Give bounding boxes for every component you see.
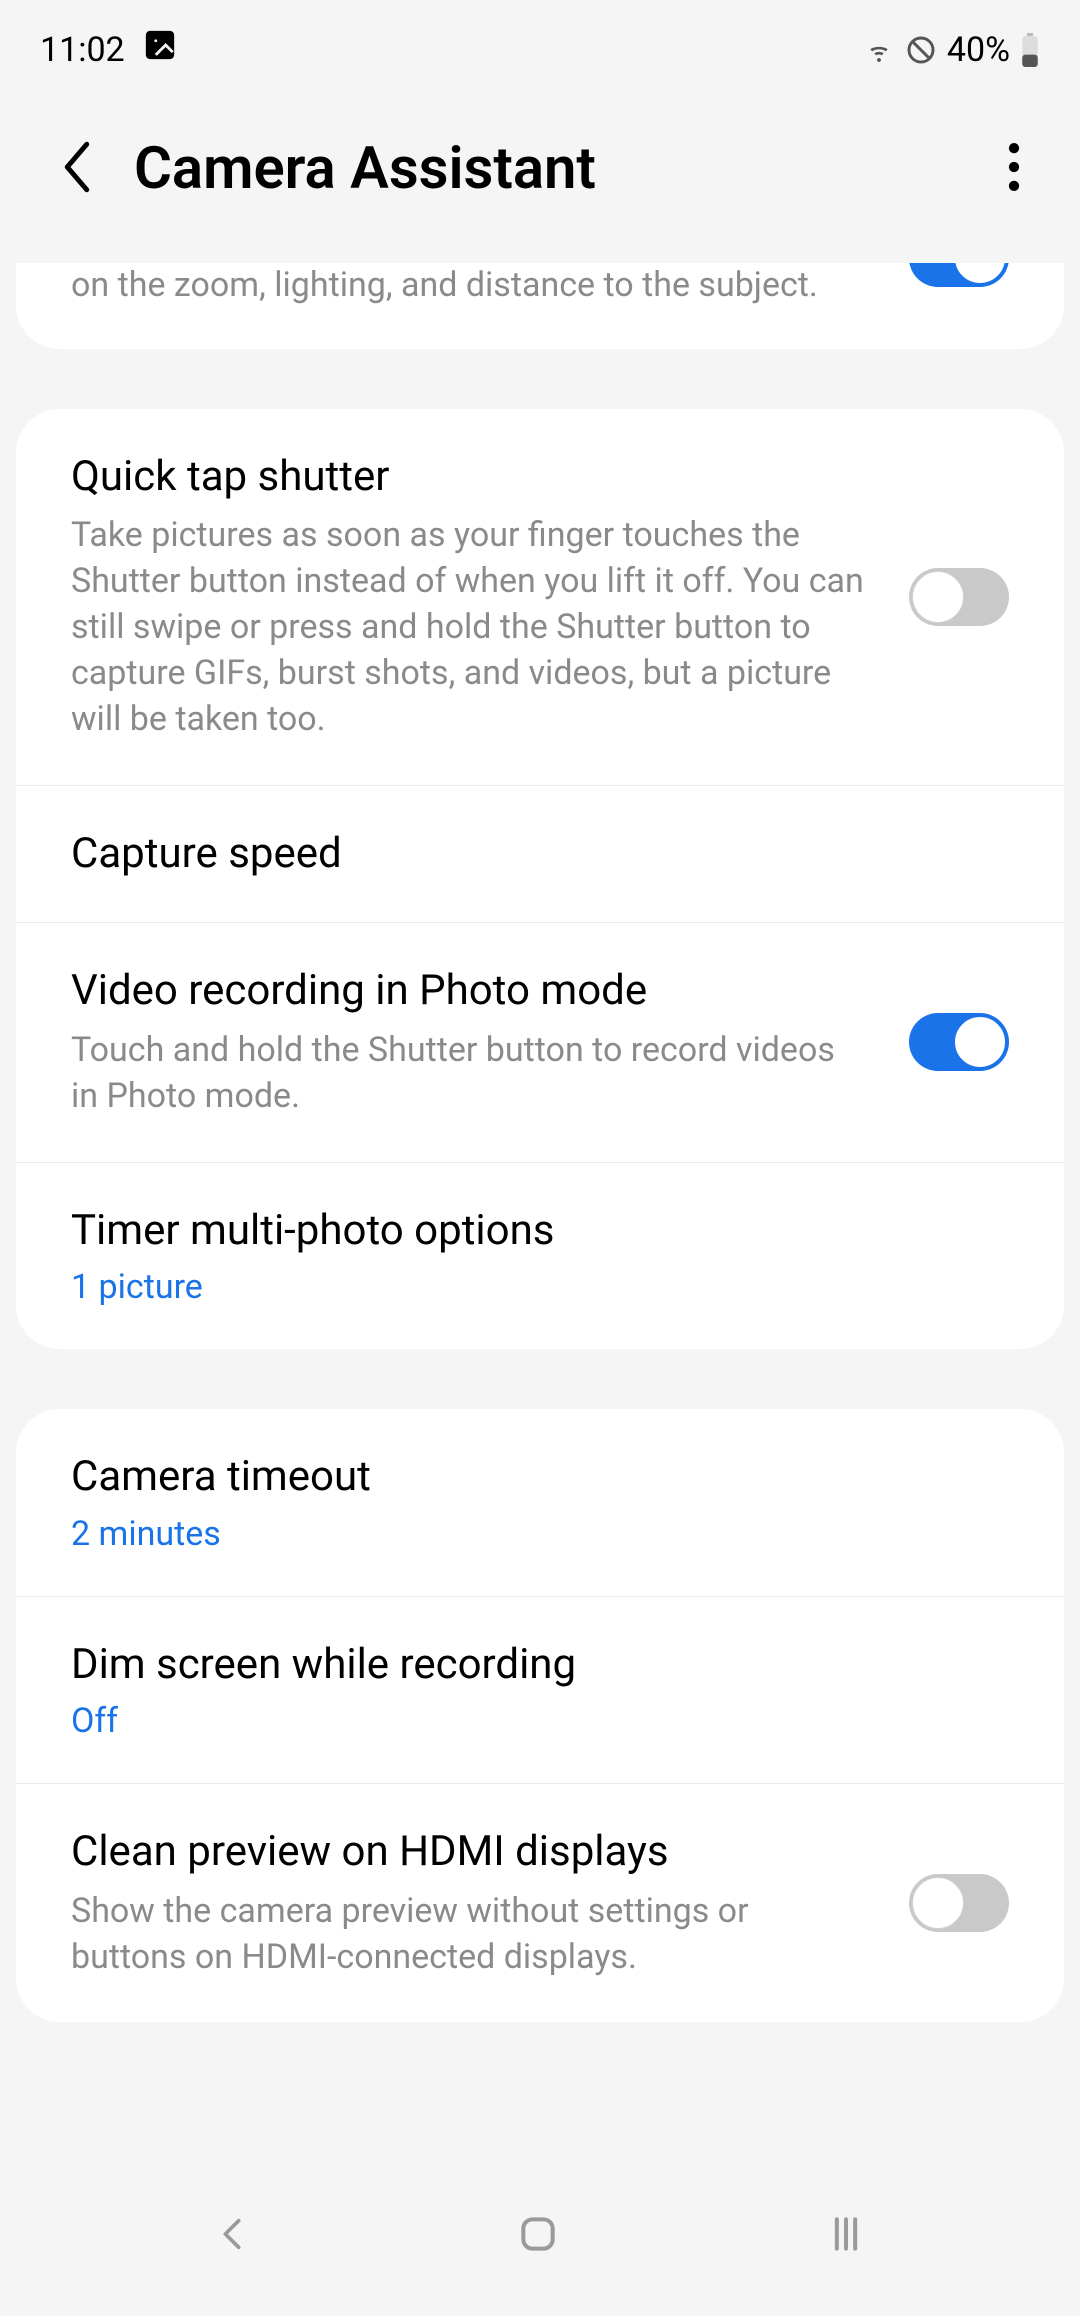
- setting-label: Camera timeout: [71, 1451, 979, 1504]
- setting-desc: on the zoom, lighting, and distance to t…: [71, 263, 869, 309]
- setting-value: 2 minutes: [71, 1514, 979, 1554]
- setting-desc: Touch and hold the Shutter button to rec…: [71, 1028, 869, 1120]
- setting-clean-hdmi-preview[interactable]: Clean preview on HDMI displays Show the …: [16, 1784, 1064, 2022]
- nav-recents-button[interactable]: [764, 2192, 928, 2280]
- back-button[interactable]: [40, 131, 124, 207]
- nav-back-button[interactable]: [152, 2194, 312, 2278]
- setting-quick-tap-shutter[interactable]: Quick tap shutter Take pictures as soon …: [16, 409, 1064, 786]
- setting-label: Capture speed: [71, 828, 979, 881]
- setting-label: Quick tap shutter: [71, 451, 869, 504]
- no-signal-icon: [905, 34, 937, 66]
- setting-dim-screen-recording[interactable]: Dim screen while recording Off: [16, 1597, 1064, 1785]
- app-header: Camera Assistant: [0, 91, 1080, 267]
- setting-capture-speed[interactable]: Capture speed: [16, 786, 1064, 924]
- settings-group-2: Camera timeout 2 minutes Dim screen whil…: [16, 1409, 1064, 2022]
- setting-video-in-photo-mode[interactable]: Video recording in Photo mode Touch and …: [16, 923, 1064, 1162]
- setting-camera-timeout[interactable]: Camera timeout 2 minutes: [16, 1409, 1064, 1597]
- settings-group-1: Quick tap shutter Take pictures as soon …: [16, 409, 1064, 1349]
- toggle-auto-lens-switch[interactable]: [909, 263, 1009, 287]
- settings-group-0: on the zoom, lighting, and distance to t…: [16, 263, 1064, 349]
- more-options-button[interactable]: [978, 133, 1050, 205]
- status-left: 11:02: [40, 28, 177, 71]
- battery-text: 40%: [947, 30, 1010, 70]
- toggle-quick-tap-shutter[interactable]: [909, 568, 1009, 626]
- setting-value: Off: [71, 1701, 979, 1741]
- gallery-icon: [143, 28, 177, 71]
- setting-desc: Show the camera preview without settings…: [71, 1889, 869, 1981]
- toggle-clean-hdmi-preview[interactable]: [909, 1874, 1009, 1932]
- setting-label: Video recording in Photo mode: [71, 965, 869, 1018]
- page-title: Camera Assistant: [134, 135, 978, 203]
- status-time: 11:02: [40, 30, 125, 70]
- toggle-video-in-photo-mode[interactable]: [909, 1013, 1009, 1071]
- battery-icon: [1020, 33, 1040, 67]
- setting-desc: Take pictures as soon as your finger tou…: [71, 513, 869, 742]
- setting-timer-multi-photo[interactable]: Timer multi-photo options 1 picture: [16, 1163, 1064, 1350]
- nav-home-button[interactable]: [456, 2192, 620, 2280]
- setting-label: Clean preview on HDMI displays: [71, 1826, 869, 1879]
- wifi-icon: [863, 34, 895, 66]
- setting-auto-lens-switch[interactable]: on the zoom, lighting, and distance to t…: [16, 263, 1064, 349]
- status-right: 40%: [863, 30, 1040, 70]
- system-nav-bar: [0, 2176, 1080, 2316]
- setting-value: 1 picture: [71, 1267, 979, 1307]
- status-bar: 11:02 40%: [0, 0, 1080, 91]
- setting-label: Dim screen while recording: [71, 1639, 979, 1692]
- setting-label: Timer multi-photo options: [71, 1205, 979, 1258]
